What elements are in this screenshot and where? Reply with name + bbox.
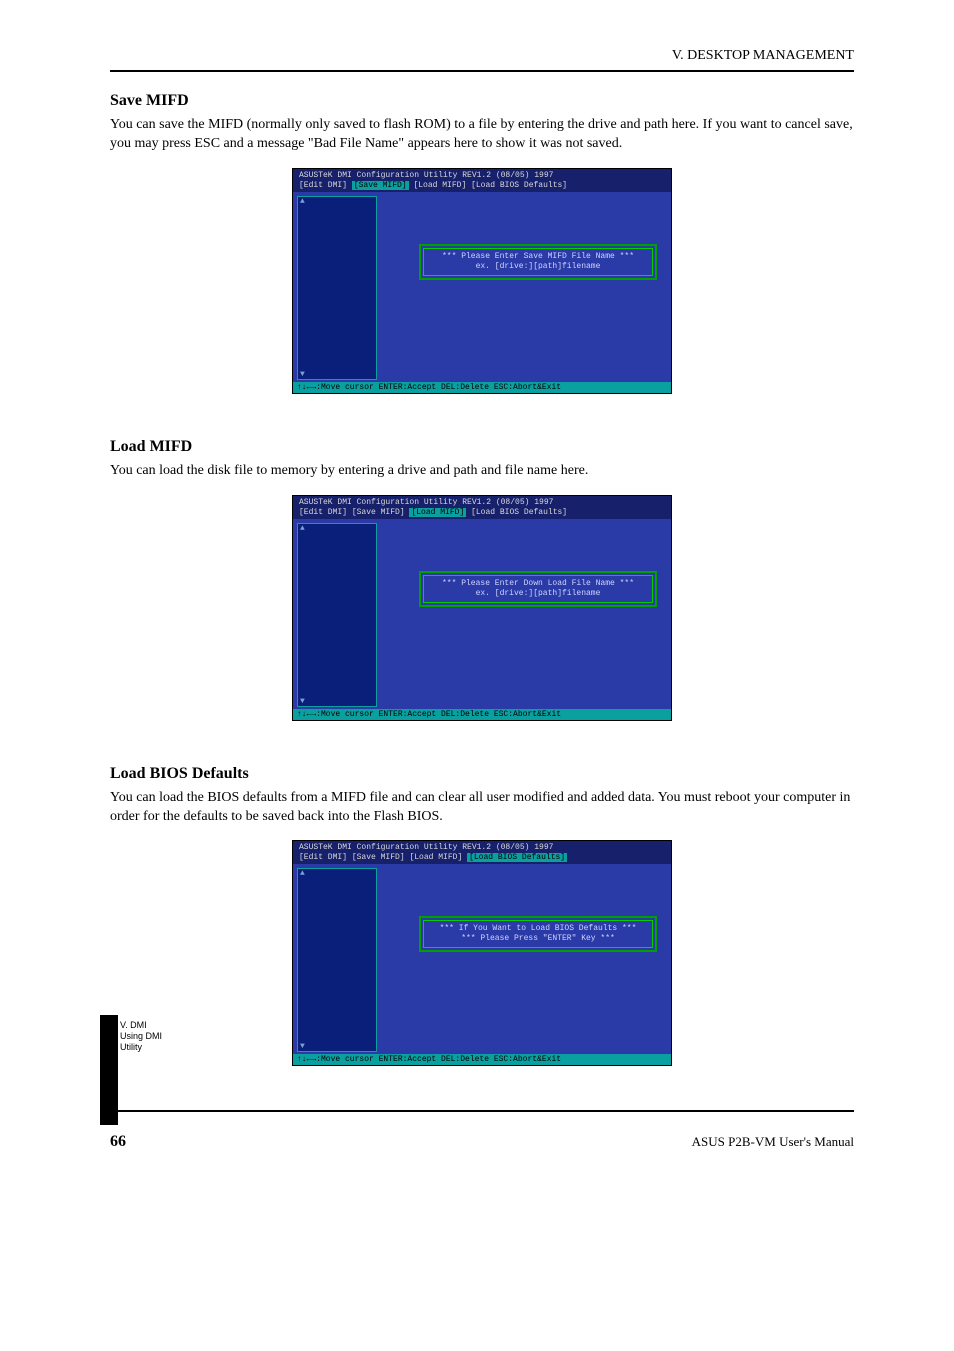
bios-left-panel: ▲ ▼ — [297, 196, 377, 380]
dialog-inner[interactable]: *** Please Enter Save MIFD File Name ***… — [423, 248, 653, 276]
bios-footer: ↑↓←→:Move cursor ENTER:Accept DEL:Delete… — [293, 709, 671, 720]
bios-titlebar: ASUSTeK DMI Configuration Utility REV1.2… — [293, 841, 671, 864]
scroll-up-icon[interactable]: ▲ — [300, 869, 305, 878]
section-title-load: Load MIFD — [110, 438, 854, 456]
section-title-save: Save MIFD — [110, 92, 854, 110]
menu-defaults[interactable]: [Load BIOS Defaults] — [467, 853, 567, 862]
scroll-down-icon[interactable]: ▼ — [300, 370, 305, 379]
menu-save[interactable]: [Save MIFD] — [352, 181, 409, 190]
bios-screenshot-load: ASUSTeK DMI Configuration Utility REV1.2… — [292, 495, 672, 721]
bios-titlebar: ASUSTeK DMI Configuration Utility REV1.2… — [293, 496, 671, 519]
dialog-line2: ex. [drive:][path]filename — [428, 589, 648, 599]
menu-defaults[interactable]: [Load BIOS Defaults] — [471, 508, 567, 517]
scroll-up-icon[interactable]: ▲ — [300, 197, 305, 206]
side-tab-line2: Using DMI Utility — [120, 1031, 180, 1053]
bios-body: ▲ ▼ *** Please Enter Save MIFD File Name… — [293, 192, 671, 382]
menu-save[interactable]: [Save MIFD] — [352, 853, 405, 862]
menu-load[interactable]: [Load MIFD] — [413, 181, 466, 190]
menu-edit[interactable]: [Edit DMI] — [299, 181, 347, 190]
scroll-up-icon[interactable]: ▲ — [300, 524, 305, 533]
bios-footer: ↑↓←→:Move cursor ENTER:Accept DEL:Delete… — [293, 382, 671, 393]
bios-body: ▲ ▼ *** If You Want to Load BIOS Default… — [293, 864, 671, 1054]
dialog-box: *** If You Want to Load BIOS Defaults **… — [419, 916, 657, 952]
dialog-inner[interactable]: *** Please Enter Down Load File Name ***… — [423, 575, 653, 603]
bios-title: ASUSTeK DMI Configuration Utility REV1.2… — [299, 171, 665, 181]
scroll-down-icon[interactable]: ▼ — [300, 1042, 305, 1051]
menu-load[interactable]: [Load MIFD] — [409, 508, 466, 517]
menu-edit[interactable]: [Edit DMI] — [299, 508, 347, 517]
section-body-defaults: You can load the BIOS defaults from a MI… — [110, 789, 854, 827]
dialog-box: *** Please Enter Down Load File Name ***… — [419, 571, 657, 607]
dialog-box: *** Please Enter Save MIFD File Name ***… — [419, 244, 657, 280]
bios-right-panel: *** Please Enter Save MIFD File Name ***… — [383, 196, 667, 378]
side-tab — [100, 1015, 118, 1125]
dialog-line1: *** Please Enter Down Load File Name *** — [428, 579, 648, 589]
page-footer: 66 ASUS P2B-VM User's Manual — [110, 1132, 854, 1151]
menu-save[interactable]: [Save MIFD] — [352, 508, 405, 517]
side-tab-label: V. DMI Using DMI Utility — [120, 1020, 180, 1053]
bios-title: ASUSTeK DMI Configuration Utility REV1.2… — [299, 498, 665, 508]
dialog-line1: *** Please Enter Save MIFD File Name *** — [428, 252, 648, 262]
dialog-line2: ex. [drive:][path]filename — [428, 262, 648, 272]
section-body-load: You can load the disk file to memory by … — [110, 462, 854, 481]
bios-screenshot-save: ASUSTeK DMI Configuration Utility REV1.2… — [292, 168, 672, 394]
footer-model: ASUS P2B-VM User's Manual — [692, 1134, 854, 1150]
bios-left-panel: ▲ ▼ — [297, 523, 377, 707]
bios-title: ASUSTeK DMI Configuration Utility REV1.2… — [299, 843, 665, 853]
section-title-defaults: Load BIOS Defaults — [110, 765, 854, 783]
menu-edit[interactable]: [Edit DMI] — [299, 853, 347, 862]
header-rule — [110, 70, 854, 72]
menu-defaults[interactable]: [Load BIOS Defaults] — [471, 181, 567, 190]
scroll-down-icon[interactable]: ▼ — [300, 697, 305, 706]
page-number: 66 — [110, 1133, 126, 1151]
bios-footer: ↑↓←→:Move cursor ENTER:Accept DEL:Delete… — [293, 1054, 671, 1065]
dialog-line1: *** If You Want to Load BIOS Defaults **… — [428, 924, 648, 934]
menu-load[interactable]: [Load MIFD] — [409, 853, 462, 862]
bios-body: ▲ ▼ *** Please Enter Down Load File Name… — [293, 519, 671, 709]
bios-screenshot-defaults: ASUSTeK DMI Configuration Utility REV1.2… — [292, 840, 672, 1066]
dialog-line2: *** Please Press "ENTER" Key *** — [428, 934, 648, 944]
bios-left-panel: ▲ ▼ — [297, 868, 377, 1052]
bios-titlebar: ASUSTeK DMI Configuration Utility REV1.2… — [293, 169, 671, 192]
dialog-inner[interactable]: *** If You Want to Load BIOS Defaults **… — [423, 920, 653, 948]
side-tab-line1: V. DMI — [120, 1020, 180, 1031]
bios-right-panel: *** If You Want to Load BIOS Defaults **… — [383, 868, 667, 1050]
bios-right-panel: *** Please Enter Down Load File Name ***… — [383, 523, 667, 705]
section-body-save: You can save the MIFD (normally only sav… — [110, 116, 854, 154]
footer-rule — [110, 1110, 854, 1112]
header-right: V. DESKTOP MANAGEMENT — [110, 48, 854, 64]
